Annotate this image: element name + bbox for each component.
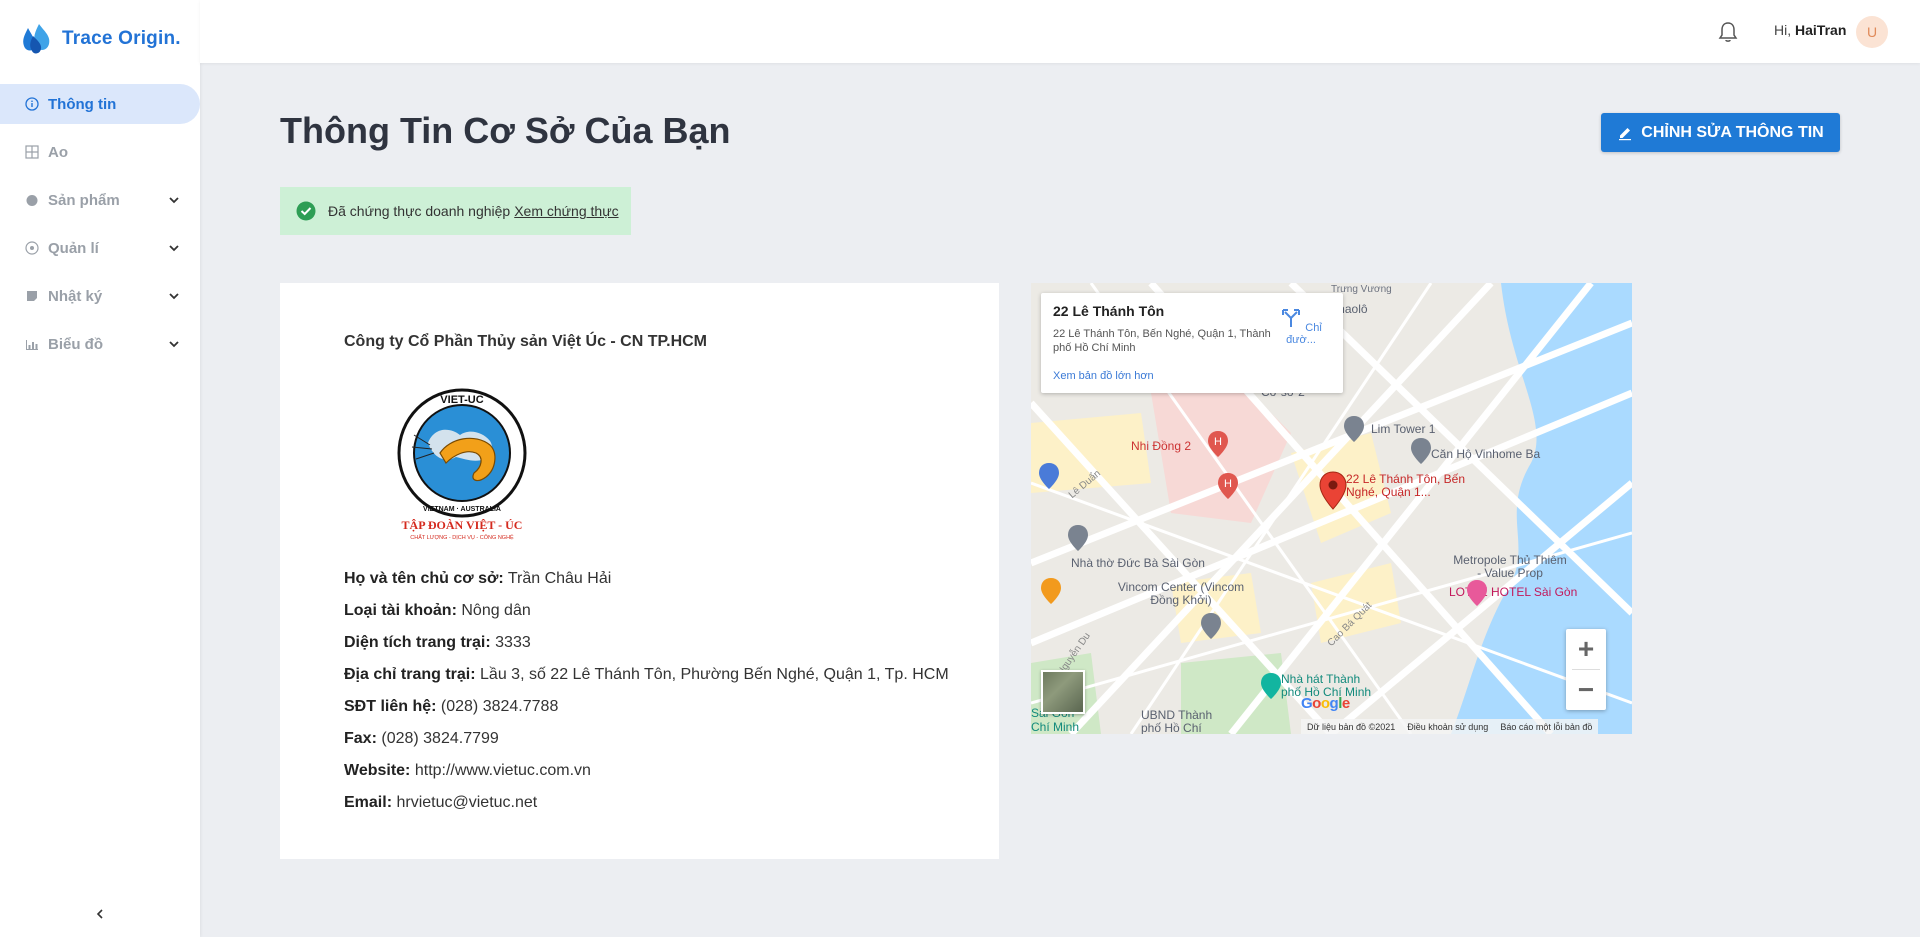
company-logo: VIET-UC VIETNAM · AUSTRALIA TẬP ĐOÀN VIỆ…	[390, 383, 535, 543]
map-label-nhidong: Nhi Đồng 2	[1131, 439, 1192, 453]
sidebar-item-label: Ao	[48, 143, 68, 161]
map-data-credit: Dữ liệu bản đồ ©2021	[1307, 721, 1396, 732]
zoom-out-button[interactable]: −	[1566, 670, 1606, 710]
sidebar-item-bieu-do[interactable]: Biểu đồ	[0, 324, 200, 364]
map-label-limtower: Lim Tower 1	[1371, 422, 1436, 436]
fax-field: Fax: (028) 3824.7799	[344, 730, 499, 747]
collapse-sidebar-chevron-left-icon[interactable]	[92, 906, 108, 922]
sidebar-item-label: Thông tin	[48, 95, 117, 113]
directions-button[interactable]: Chỉ đườ...	[1271, 307, 1331, 346]
username: HaiTran	[1795, 22, 1847, 38]
theatre-marker-icon[interactable]	[1261, 673, 1281, 699]
logo-bottom-text: VIETNAM · AUSTRALIA	[423, 506, 501, 513]
building-marker-icon[interactable]	[1344, 416, 1364, 442]
view-verification-link[interactable]: Xem chứng thực	[514, 203, 618, 219]
diary-icon	[24, 288, 40, 304]
grid-icon	[24, 144, 40, 160]
chevron-down-icon[interactable]	[166, 240, 182, 256]
user-greeting: Hi, HaiTran	[1774, 22, 1847, 38]
google-logo: Google	[1301, 695, 1350, 712]
chevron-down-icon[interactable]	[166, 336, 182, 352]
sidebar: Trace Origin. Thông tin Ao Sản phẩm Quản…	[0, 0, 200, 937]
map-label-ubnd: UBND Thành phố Hồ Chí Minh	[1141, 708, 1213, 735]
chevron-down-icon[interactable]	[166, 192, 182, 208]
map-label-vincom: Vincom Center (Vincom Đồng Khởi)	[1117, 580, 1245, 607]
hospital-marker-icon[interactable]: H	[1218, 473, 1238, 499]
map-footer: Dữ liệu bản đồ ©2021 Điều khoản sử dụng …	[1301, 719, 1599, 734]
sidebar-item-thong-tin[interactable]: Thông tin	[0, 84, 200, 124]
app-name: Trace Origin.	[62, 28, 181, 49]
company-name: Công ty Cổ Phần Thủy sản Việt Úc - CN TP…	[344, 333, 707, 350]
info-icon	[24, 96, 40, 112]
avatar[interactable]: U	[1856, 16, 1888, 48]
map-label-chiminh: Chí Minh	[1031, 720, 1080, 734]
satellite-toggle-button[interactable]	[1041, 670, 1085, 714]
map-label-metropole: Metropole Thủ Thiêm - Value Prop	[1453, 553, 1567, 580]
water-drop-logo-icon	[23, 24, 50, 54]
shopping-marker-icon[interactable]	[1201, 613, 1221, 639]
logo-top-text: VIET-UC	[440, 394, 483, 406]
chart-icon	[24, 336, 40, 352]
company-fields: Họ và tên chủ cơ sở: Trần Châu Hải Loại …	[344, 563, 949, 819]
larger-map-link[interactable]: Xem bản đồ lớn hơn	[1053, 370, 1154, 382]
zoom-in-button[interactable]: +	[1566, 629, 1606, 669]
shop-marker-icon[interactable]	[1039, 463, 1059, 489]
sidebar-item-label: Nhật ký	[48, 287, 103, 305]
company-info-card: Công ty Cổ Phần Thủy sản Việt Úc - CN TP…	[280, 283, 999, 859]
check-circle-icon	[296, 201, 316, 221]
report-error-link[interactable]: Báo cáo một lỗi bản đồ	[1500, 722, 1592, 732]
sidebar-item-san-pham[interactable]: Sản phẩm	[0, 180, 200, 220]
product-icon	[24, 192, 40, 208]
google-map[interactable]: Dòng Thánh Phaolô thành Chartres Trưng V…	[1031, 283, 1632, 734]
map-label-vinhome: Căn Hộ Vinhome Ba	[1431, 447, 1541, 461]
app-logo[interactable]: Trace Origin.	[20, 22, 181, 56]
hotel-marker-icon[interactable]	[1467, 580, 1487, 606]
map-label-pin: 22 Lê Thánh Tôn, Bến Nghé, Quận 1...	[1346, 472, 1465, 499]
logo-brand-text: TẬP ĐOÀN VIỆT - ÚC	[402, 518, 523, 532]
logo-tagline: CHẤT LƯỢNG - DỊCH VỤ - CÔNG NGHỆ	[410, 533, 514, 541]
map-zoom-control: + −	[1566, 629, 1606, 710]
farm-area-field: Diện tích trang trại: 3333	[344, 634, 531, 651]
location-pin-icon[interactable]	[1319, 471, 1347, 511]
directions-icon	[1282, 309, 1301, 327]
sidebar-item-label: Biểu đồ	[48, 335, 103, 353]
apartment-marker-icon[interactable]	[1411, 438, 1431, 464]
church-marker-icon[interactable]	[1068, 525, 1088, 551]
farm-address-field: Địa chỉ trang trại: Lầu 3, số 22 Lê Thán…	[344, 666, 949, 683]
map-place-address: 22 Lê Thánh Tôn, Bến Nghé, Quận 1, Thành…	[1053, 328, 1271, 354]
page-title: Thông Tin Cơ Sở Của Bạn	[280, 110, 731, 151]
email-field: Email: hrvietuc@vietuc.net	[344, 794, 538, 811]
chevron-down-icon[interactable]	[166, 288, 182, 304]
terms-link[interactable]: Điều khoản sử dụng	[1407, 722, 1488, 732]
website-field: Website: http://www.vietuc.com.vn	[344, 762, 591, 779]
account-type-field: Loại tài khoản: Nông dân	[344, 602, 531, 619]
map-label-duccba: Nhà thờ Đức Bà Sài Gòn	[1071, 556, 1205, 570]
map-info-card: 22 Lê Thánh Tôn 22 Lê Thánh Tôn, Bến Ngh…	[1041, 293, 1343, 393]
sidebar-nav: Thông tin Ao Sản phẩm Quản lí Nhật ký Bi…	[0, 84, 200, 372]
svg-text:H: H	[1214, 436, 1222, 448]
hospital-marker-icon[interactable]: H	[1208, 431, 1228, 457]
manage-icon	[24, 240, 40, 256]
sidebar-item-label: Sản phẩm	[48, 191, 120, 209]
verification-text: Đã chứng thực doanh nghiệp	[328, 203, 511, 219]
edit-info-button[interactable]: CHỈNH SỬA THÔNG TIN	[1601, 113, 1840, 152]
verification-banner: Đã chứng thực doanh nghiệp Xem chứng thự…	[280, 187, 631, 235]
restaurant-marker-icon[interactable]	[1041, 578, 1061, 604]
phone-field: SĐT liên hệ: (028) 3824.7788	[344, 698, 559, 715]
sidebar-item-label: Quản lí	[48, 239, 99, 257]
sidebar-item-nhat-ky[interactable]: Nhật ký	[0, 276, 200, 316]
sidebar-item-quan-li[interactable]: Quản lí	[0, 228, 200, 268]
map-place-title: 22 Lê Thánh Tôn	[1053, 303, 1165, 319]
notification-bell-icon[interactable]	[1716, 20, 1740, 44]
pencil-icon	[1619, 127, 1632, 140]
owner-name-field: Họ và tên chủ cơ sở: Trần Châu Hải	[344, 570, 612, 587]
top-bar	[200, 0, 1920, 63]
svg-text:H: H	[1224, 478, 1232, 490]
sidebar-item-ao[interactable]: Ao	[0, 132, 200, 172]
